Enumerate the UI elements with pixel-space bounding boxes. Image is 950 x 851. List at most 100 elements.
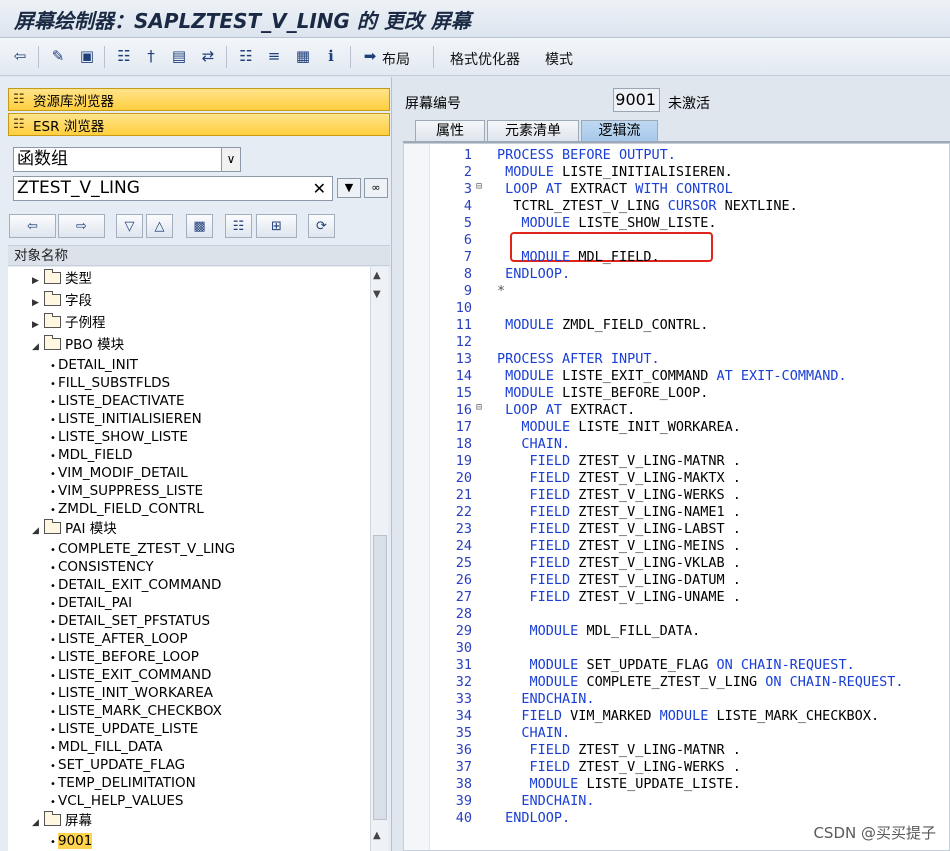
code-line[interactable]: ENDCHAIN. [497,691,594,707]
repository-browser-button[interactable]: ☷ 资源库浏览器 [8,88,390,111]
edit-toggle-icon[interactable]: ✎ [47,45,69,67]
tree-folder[interactable]: ▶ 子例程 [32,313,106,334]
code-line[interactable]: MODULE LISTE_EXIT_COMMAND AT EXIT-COMMAN… [497,368,846,384]
back-arrow-icon[interactable]: ⇦ [9,45,31,67]
down-level-button[interactable]: △ [146,214,173,238]
tree-item[interactable]: • ZMDL_FIELD_CONTRL [50,500,204,518]
code-line[interactable]: FIELD ZTEST_V_LING-MEINS . [497,538,741,554]
code-line[interactable]: FIELD ZTEST_V_LING-WERKS . [497,759,741,775]
tree-item[interactable]: • MDL_FILL_DATA [50,738,163,756]
scroll-up-icon[interactable]: ▲ [373,270,381,281]
code-line[interactable]: MODULE ZMDL_FIELD_CONTRL. [497,317,708,333]
tree-item[interactable]: • DETAIL_EXIT_COMMAND [50,576,221,594]
tree-folder[interactable]: ▶ 字段 [32,291,92,312]
code-line[interactable]: FIELD ZTEST_V_LING-NAME1 . [497,504,741,520]
code-line[interactable]: MODULE MDL_FILL_DATA. [497,623,701,639]
esr-browser-button[interactable]: ☷ ESR 浏览器 [8,113,390,136]
previous-object-button[interactable]: ⇦ [9,214,56,238]
fold-toggle-icon[interactable]: ⊟ [476,402,482,413]
code-line[interactable]: MODULE LISTE_BEFORE_LOOP. [497,385,708,401]
code-line[interactable]: ENDCHAIN. [497,793,594,809]
code-line[interactable]: MODULE LISTE_INIT_WORKAREA. [497,419,740,435]
scrollbar-thumb[interactable] [373,535,387,820]
hierarchy-icon[interactable]: ☷ [113,45,135,67]
flow-logic-editor[interactable]: 1 PROCESS BEFORE OUTPUT. 2 MODULE LISTE_IN… [403,143,950,851]
up-level-button[interactable]: ▽ [116,214,143,238]
tree-folder[interactable]: ◢ PBO 模块 [32,335,124,356]
tree-item[interactable]: • LISTE_INITIALISIEREN [50,410,202,428]
tree-folder[interactable]: ▶ 类型 [32,269,92,290]
tree-item[interactable]: • LISTE_EXIT_COMMAND [50,666,211,684]
clear-icon[interactable]: ✕ [313,177,326,200]
tree-scrollbar[interactable]: ▲ ▼ ▲ [370,267,388,851]
hierarchy-button[interactable]: ☷ [225,214,252,238]
tab-flow-logic[interactable]: 逻辑流 [581,120,658,142]
code-line[interactable]: FIELD ZTEST_V_LING-DATUM . [497,572,741,588]
tree-item[interactable]: • FILL_SUBSTFLDS [50,374,170,392]
code-line[interactable]: FIELD ZTEST_V_LING-MATNR . [497,742,741,758]
code-line[interactable]: FIELD ZTEST_V_LING-LABST . [497,521,741,537]
display-icon[interactable]: ▤ [168,45,190,67]
code-line[interactable]: FIELD ZTEST_V_LING-WERKS . [497,487,741,503]
code-line[interactable]: LOOP AT EXTRACT WITH CONTROL [497,181,733,197]
tree-item[interactable]: • MDL_FIELD [50,446,133,464]
code-line[interactable]: MODULE LISTE_UPDATE_LISTE. [497,776,741,792]
tree-item[interactable]: • LISTE_SHOW_LISTE [50,428,188,446]
display-glasses-icon[interactable]: ∞ [364,178,388,198]
tree-item[interactable]: • TEMP_DELIMITATION [50,774,196,792]
expanded-arrow-icon[interactable]: ◢ [32,814,44,832]
code-line[interactable]: CHAIN. [497,436,570,452]
code-line[interactable]: FIELD ZTEST_V_LING-UNAME . [497,589,741,605]
tree-item[interactable]: • VIM_SUPPRESS_LISTE [50,482,203,500]
collapsed-arrow-icon[interactable]: ▶ [32,272,44,290]
mode-button[interactable]: 模式 [545,48,573,70]
tab-element-list[interactable]: 元素清单 [487,120,579,142]
tree-folder[interactable]: ◢ 屏幕 [32,811,92,832]
code-line[interactable]: MODULE SET_UPDATE_FLAG ON CHAIN-REQUEST. [497,657,855,673]
tree-item[interactable]: • LISTE_BEFORE_LOOP [50,648,199,666]
code-line[interactable]: ENDLOOP. [497,810,570,826]
tree-item[interactable]: • LISTE_UPDATE_LISTE [50,720,198,738]
code-line[interactable]: MODULE COMPLETE_ZTEST_V_LING ON CHAIN-RE… [497,674,904,690]
refresh-button[interactable]: ⟳ [308,214,335,238]
code-line[interactable]: CHAIN. [497,725,570,741]
code-line[interactable]: * [497,283,505,299]
object-name-input[interactable]: ZTEST_V_LING ✕ [13,176,333,201]
tree-item[interactable]: • DETAIL_SET_PFSTATUS [50,612,210,630]
tree-item[interactable]: • LISTE_MARK_CHECKBOX [50,702,222,720]
structure-icon[interactable]: ☷ [235,45,257,67]
code-line[interactable]: FIELD ZTEST_V_LING-MAKTX . [497,470,741,486]
where-used-icon[interactable]: ⇄ [197,45,219,67]
collapsed-arrow-icon[interactable]: ▶ [32,294,44,312]
code-line[interactable]: ENDLOOP. [497,266,570,282]
table-icon[interactable]: ▦ [292,45,314,67]
info-icon[interactable]: ℹ [320,45,342,67]
code-line[interactable]: FIELD ZTEST_V_LING-VKLAB . [497,555,741,571]
code-line[interactable]: PROCESS BEFORE OUTPUT. [497,147,676,163]
scroll-down-icon[interactable]: ▼ [373,289,381,300]
tab-attributes[interactable]: 属性 [415,120,485,142]
collapse-button[interactable]: ⊞ [256,214,297,238]
next-object-button[interactable]: ⇨ [58,214,105,238]
code-line[interactable]: FIELD VIM_MARKED MODULE LISTE_MARK_CHECK… [497,708,879,724]
code-line[interactable]: MODULE LISTE_INITIALISIEREN. [497,164,733,180]
expanded-arrow-icon[interactable]: ◢ [32,338,44,356]
tree-item[interactable]: • DETAIL_INIT [50,356,138,374]
code-line[interactable]: TCTRL_ZTEST_V_LING CURSOR NEXTLINE. [497,198,798,214]
tree-item[interactable]: • VCL_HELP_VALUES [50,792,183,810]
layout-arrow-icon[interactable]: ➡ [359,45,381,67]
tree-folder[interactable]: ◢ PAI 模块 [32,519,117,538]
tree-item[interactable]: • DETAIL_PAI [50,594,132,612]
fold-toggle-icon[interactable]: ⊟ [476,181,482,192]
code-line[interactable]: LOOP AT EXTRACT. [497,402,635,418]
chevron-down-icon[interactable]: ∨ [221,148,240,171]
find-button[interactable]: ▩ [186,214,213,238]
tree-item[interactable]: • CONSISTENCY [50,558,154,576]
tree-item[interactable]: • 9001 [50,832,93,850]
dropdown-arrow-icon[interactable]: ▼ [337,178,361,198]
save-icon[interactable]: ▣ [76,45,98,67]
tree-item[interactable]: • VIM_MODIF_DETAIL [50,464,188,482]
code-line[interactable]: MODULE LISTE_SHOW_LISTE. [497,215,716,231]
tree-item[interactable]: • SET_UPDATE_FLAG [50,756,185,774]
collapsed-arrow-icon[interactable]: ▶ [32,316,44,334]
